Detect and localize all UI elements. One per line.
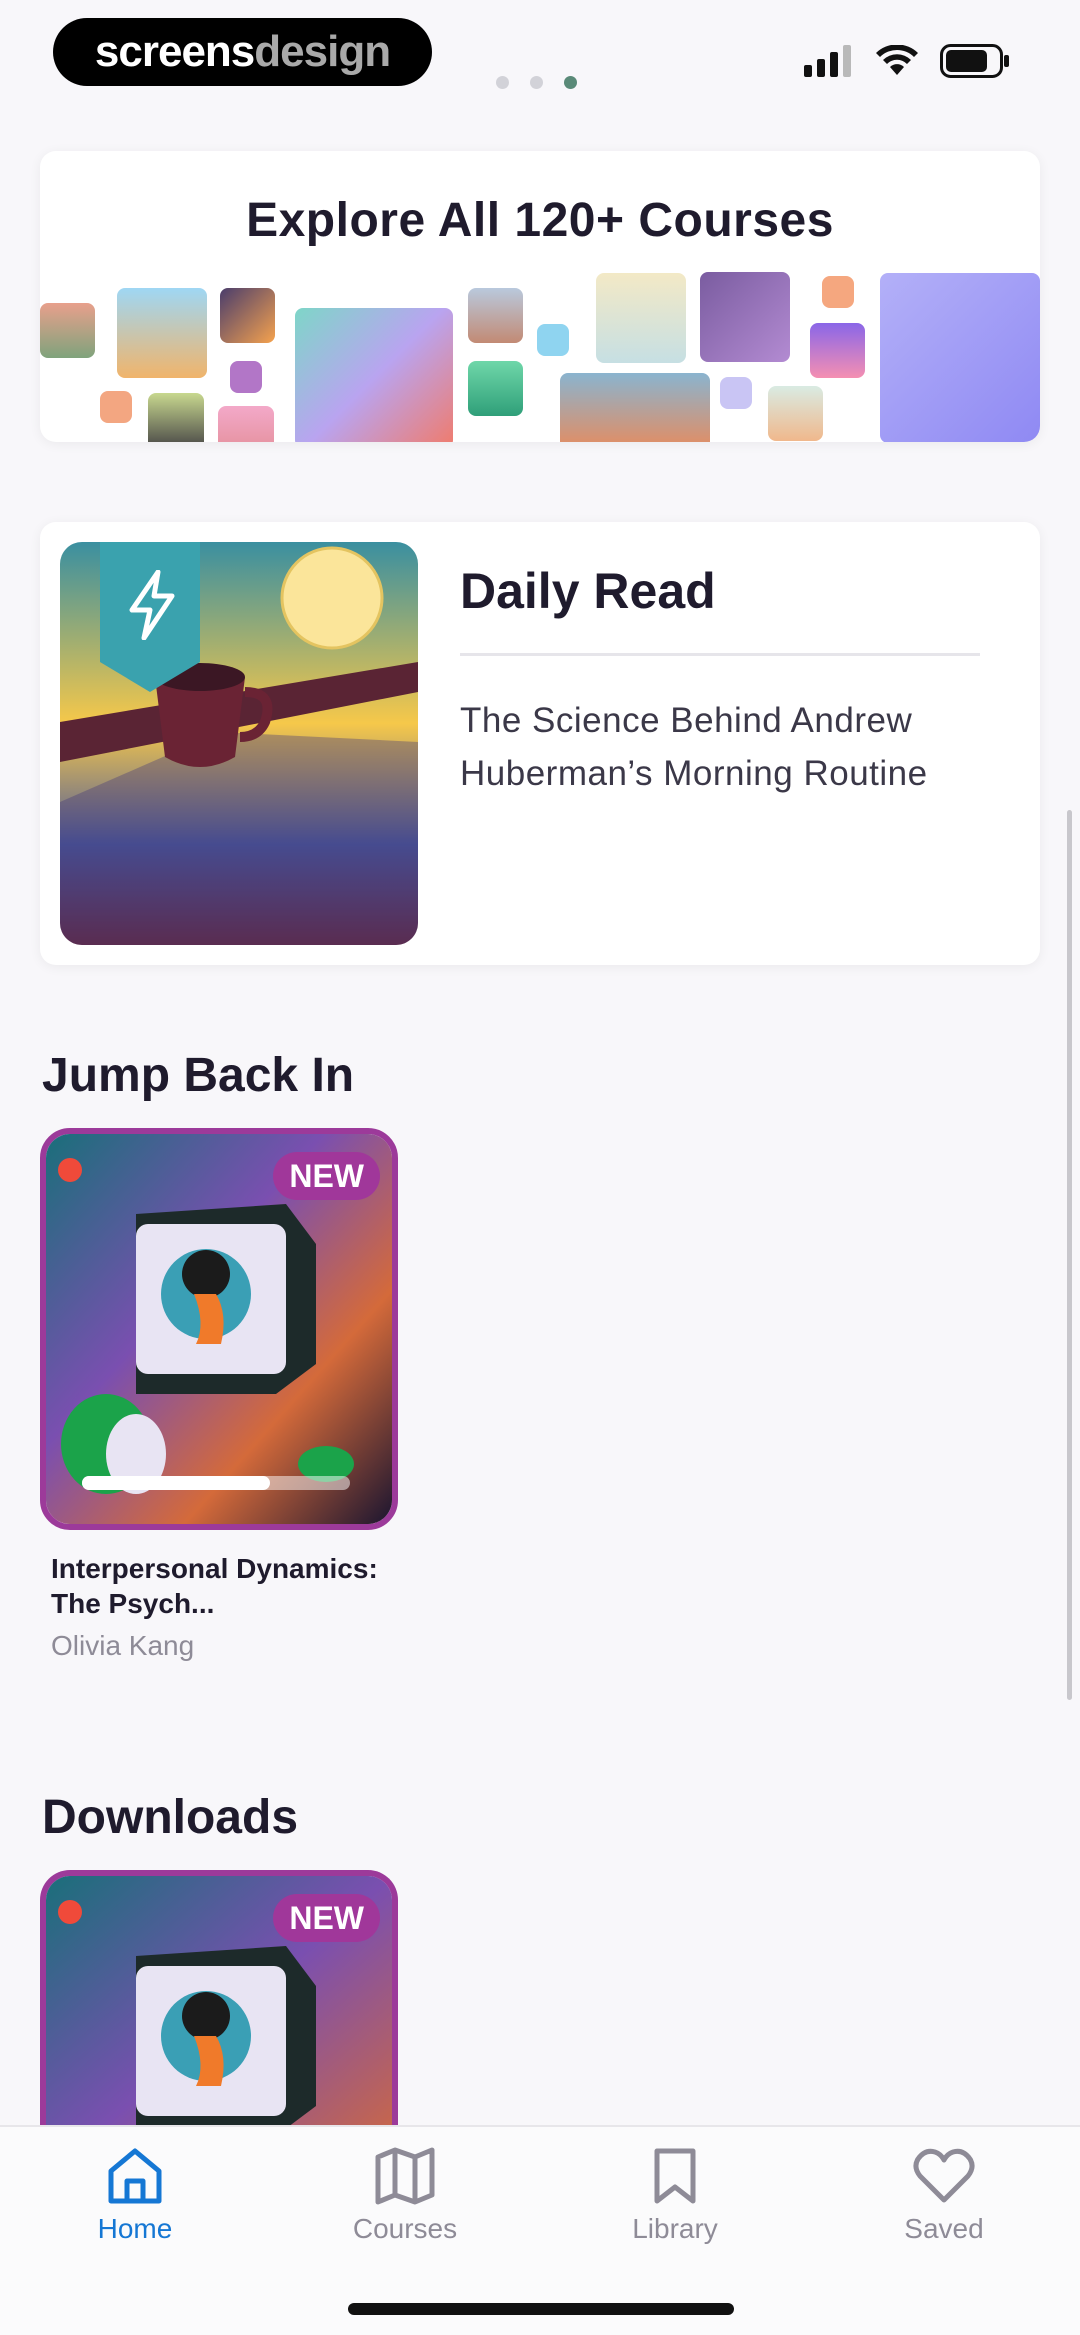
tab-label-saved: Saved: [904, 2213, 984, 2244]
scroll-indicator[interactable]: [1067, 810, 1072, 1700]
daily-read-artwork: [60, 542, 418, 945]
lightning-bolt-icon: [129, 570, 175, 640]
wifi-icon: [876, 45, 918, 75]
collage-tile: [468, 288, 523, 343]
collage-tile: [537, 324, 569, 356]
collage-tile: [822, 276, 854, 308]
collage-tile: [295, 308, 453, 442]
cellular-signal-icon: [804, 45, 851, 77]
map-icon: [375, 2147, 435, 2205]
tab-library[interactable]: Library: [575, 2147, 775, 2245]
page-indicator: [496, 76, 577, 89]
daily-read-subtitle: The Science Behind Andrew Huberman’s Mor…: [460, 701, 928, 793]
collage-tile: [100, 391, 132, 423]
daily-read-title: Daily Read: [460, 563, 716, 619]
tab-label-library: Library: [632, 2213, 718, 2244]
collage-tile: [596, 273, 686, 363]
battery-icon: [940, 44, 1009, 78]
logo-text-design: design: [254, 27, 391, 76]
explore-courses-card[interactable]: Explore All 120+ Courses: [40, 151, 1040, 442]
brand-logo: screens design: [53, 18, 432, 86]
page-dot: [496, 76, 509, 89]
collage-tile: [148, 393, 204, 442]
collage-tile: [700, 272, 790, 362]
collage-tile: [720, 377, 752, 409]
page-dot-active: [564, 76, 577, 89]
home-indicator: [348, 2303, 734, 2315]
collage-tile: [468, 361, 523, 416]
section-title-jump-back-in: Jump Back In: [42, 1049, 355, 1102]
system-icons: [804, 44, 1010, 78]
collage-tile: [560, 373, 710, 442]
course-progress-fill: [82, 1476, 270, 1490]
divider: [460, 653, 980, 656]
collage-tile: [230, 361, 262, 393]
new-badge: NEW: [273, 1152, 380, 1200]
tab-saved[interactable]: Saved: [844, 2147, 1044, 2245]
tab-label-courses: Courses: [352, 2213, 458, 2244]
collage-tile: [810, 323, 865, 378]
course-progress-bar: [82, 1476, 350, 1490]
bookmark-icon: [654, 2148, 696, 2204]
collage-tile: [117, 288, 207, 378]
daily-read-card[interactable]: Daily Read The Science Behind Andrew Hub…: [40, 522, 1040, 965]
collage-tile: [220, 288, 275, 343]
course-title[interactable]: Interpersonal Dynamics: The Psych...: [51, 1551, 401, 1621]
course-card-thumbnail[interactable]: NEW: [40, 1128, 398, 1530]
heart-icon: [913, 2148, 975, 2203]
collage-tile: [880, 273, 1040, 442]
course-author: Olivia Kang: [51, 1630, 195, 1661]
collage-tile: [40, 303, 95, 358]
page-dot: [530, 76, 543, 89]
status-bar: screens design: [0, 0, 1080, 110]
new-badge: NEW: [273, 1894, 380, 1942]
home-icon: [108, 2148, 162, 2204]
logo-text-screens: screens: [94, 27, 255, 76]
collage-tile: [768, 386, 823, 441]
tab-home[interactable]: Home: [35, 2147, 235, 2245]
tab-courses[interactable]: Courses: [305, 2147, 505, 2245]
explore-title: Explore All 120+ Courses: [246, 194, 834, 247]
collage-tile: [218, 406, 274, 442]
tab-label-home: Home: [97, 2213, 173, 2244]
section-title-downloads: Downloads: [42, 1791, 299, 1844]
coffee-cup-illustration: [60, 542, 418, 945]
